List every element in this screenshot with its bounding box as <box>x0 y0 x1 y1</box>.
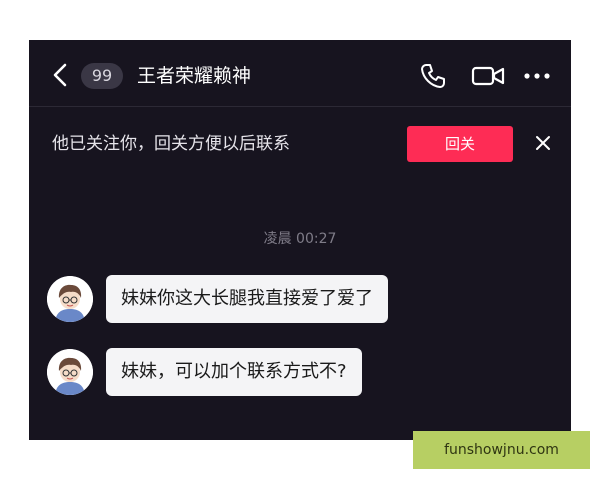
close-icon[interactable] <box>535 135 551 151</box>
unread-count-badge: 99 <box>81 63 123 89</box>
chat-header: 99 王者荣耀赖神 <box>29 40 571 107</box>
watermark: funshowjnu.com <box>413 431 590 469</box>
contact-name[interactable]: 王者荣耀赖神 <box>137 62 251 90</box>
message-bubble[interactable]: 妹妹你这大长腿我直接爱了爱了 <box>106 275 388 323</box>
follow-back-button[interactable]: 回关 <box>407 126 513 162</box>
follow-back-bar: 他已关注你，回关方便以后联系 回关 <box>29 107 571 181</box>
phone-icon[interactable] <box>419 62 447 90</box>
avatar[interactable] <box>47 349 93 395</box>
video-camera-icon[interactable] <box>471 62 505 90</box>
follow-prompt-text: 他已关注你，回关方便以后联系 <box>52 134 290 154</box>
chevron-left-icon[interactable] <box>51 62 69 88</box>
cartoon-boy-avatar-icon <box>47 349 93 395</box>
cartoon-boy-avatar-icon <box>47 276 93 322</box>
avatar[interactable] <box>47 276 93 322</box>
message-timestamp: 凌晨 00:27 <box>263 231 337 247</box>
message-bubble[interactable]: 妹妹，可以加个联系方式不? <box>106 348 362 396</box>
chat-screen: 99 王者荣耀赖神 他已关注你，回关方便以后联系 回关 凌晨 00:27 妹妹你… <box>29 40 571 440</box>
more-dots-icon[interactable] <box>523 62 551 90</box>
